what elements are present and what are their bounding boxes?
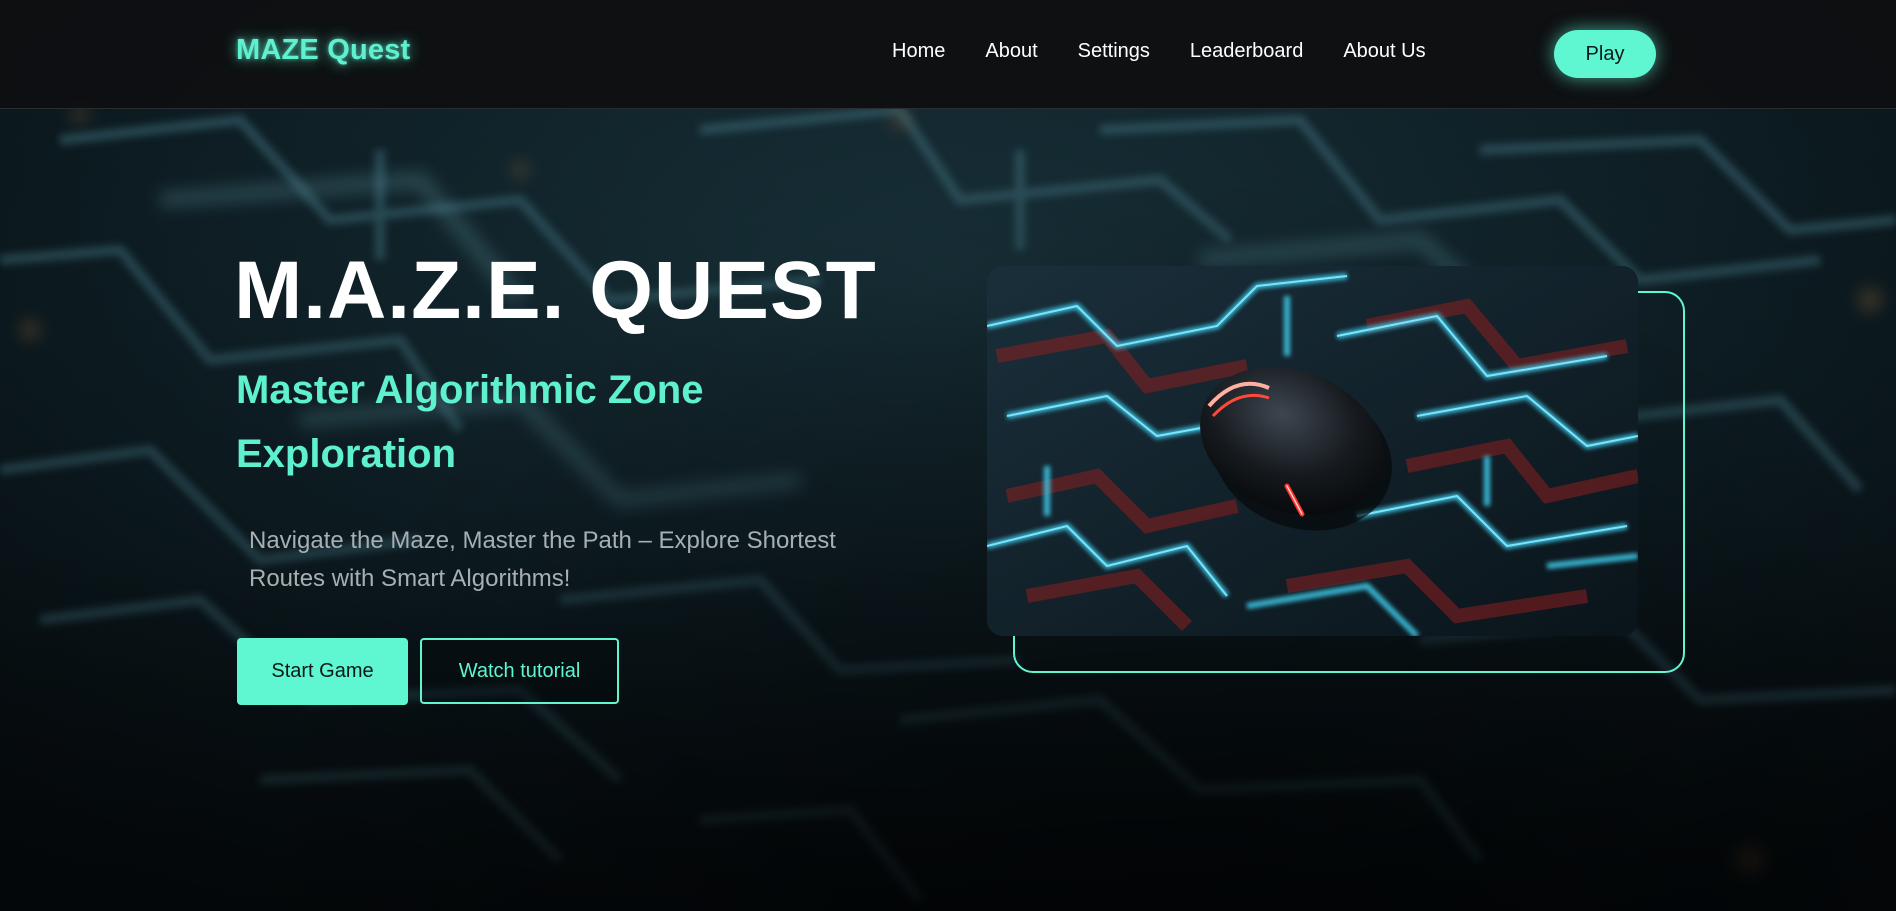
watch-tutorial-button[interactable]: Watch tutorial [420, 638, 619, 704]
nav-link-leaderboard[interactable]: Leaderboard [1190, 40, 1303, 63]
hero-description: Navigate the Maze, Master the Path – Exp… [249, 527, 836, 592]
hero-subtitle: Master Algorithmic Zone Exploration [236, 368, 704, 476]
top-navbar: MAZE Quest Home About Settings Leaderboa… [0, 0, 1896, 109]
brand-logo[interactable]: MAZE Quest [236, 34, 410, 67]
hero-title: M.A.Z.E. QUEST [234, 245, 877, 336]
hero-maze-mouse-image [987, 266, 1638, 636]
nav-link-about-us[interactable]: About Us [1343, 40, 1425, 63]
nav-link-home[interactable]: Home [892, 40, 945, 63]
nav-link-settings[interactable]: Settings [1078, 40, 1150, 63]
play-button[interactable]: Play [1554, 30, 1656, 78]
nav-menu: Home About Settings Leaderboard About Us [892, 40, 1466, 63]
start-game-button[interactable]: Start Game [237, 638, 408, 705]
nav-link-about[interactable]: About [985, 40, 1037, 63]
